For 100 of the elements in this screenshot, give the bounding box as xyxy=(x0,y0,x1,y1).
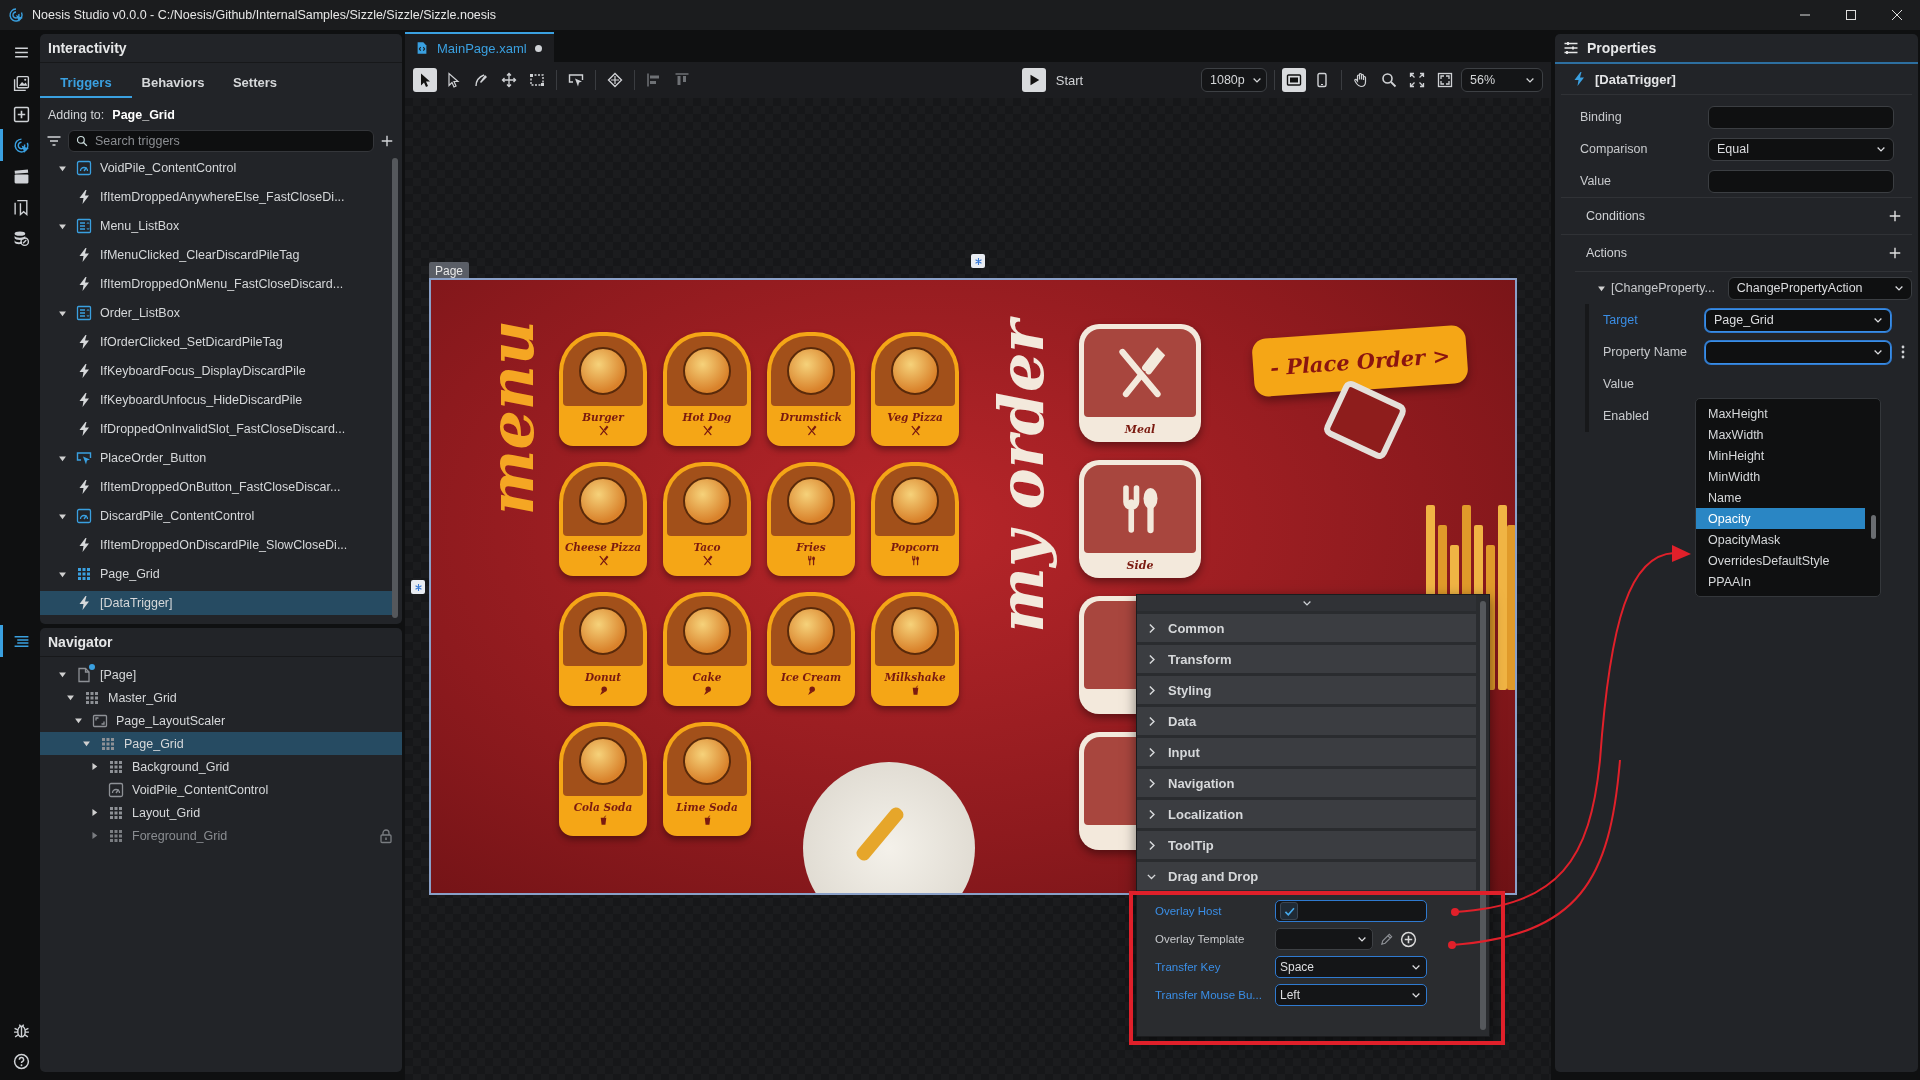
dropdown-option[interactable]: PPAAIn xyxy=(1696,571,1865,592)
tree-item[interactable]: Layout_Grid xyxy=(40,801,402,824)
section-label: Actions xyxy=(1586,246,1627,260)
zoom-dropdown[interactable]: 56% xyxy=(1461,68,1543,92)
category-header[interactable]: Transform xyxy=(1137,645,1476,673)
tree-item[interactable]: IfItemDroppedOnButton_FastCloseDiscar... xyxy=(40,475,392,499)
category-header[interactable]: Localization xyxy=(1137,800,1476,828)
tree-item[interactable]: Order_ListBox xyxy=(40,301,392,325)
scrollbar[interactable] xyxy=(392,158,398,618)
food-icon xyxy=(787,347,835,395)
tree-item[interactable]: Page_Grid xyxy=(40,562,392,586)
tree-item[interactable]: IfKeyboardUnfocus_HideDiscardPile xyxy=(40,388,392,412)
dropdown-option[interactable]: MinWidth xyxy=(1696,466,1865,487)
dropdown-option[interactable]: Opacity xyxy=(1696,508,1865,529)
dropdown-option[interactable]: OverridesDefaultStyle xyxy=(1696,550,1865,571)
content-control-icon xyxy=(108,781,124,798)
tree-item[interactable]: Page_LayoutScaler xyxy=(40,709,402,732)
add-button[interactable] xyxy=(1888,246,1902,260)
category-header[interactable]: Navigation xyxy=(1137,769,1476,797)
category-header[interactable]: Styling xyxy=(1137,676,1476,704)
tool-button[interactable] xyxy=(413,68,437,92)
dropdown[interactable] xyxy=(1705,340,1891,364)
tree-item[interactable]: Foreground_Grid xyxy=(40,824,402,847)
dropdown[interactable]: Page_Grid xyxy=(1705,308,1891,332)
tree-item[interactable]: IfItemDroppedOnDiscardPile_SlowCloseDi... xyxy=(40,533,392,557)
add-button[interactable] xyxy=(1888,209,1902,223)
align-top-icon xyxy=(674,72,690,88)
tree-item[interactable]: Menu_ListBox xyxy=(40,214,392,238)
add-square-icon xyxy=(13,105,30,123)
tree-item[interactable]: IfDroppedOnInvalidSlot_FastCloseDiscard... xyxy=(40,417,392,441)
field-label: Comparison xyxy=(1580,142,1649,156)
dropdown-option[interactable]: MaxWidth xyxy=(1696,424,1865,445)
tree-item[interactable]: VoidPile_ContentControl xyxy=(40,778,402,801)
anchor-marker[interactable] xyxy=(411,580,425,594)
menu-item-label: Veg Pizza xyxy=(887,411,943,423)
tree-item[interactable]: [DataTrigger] xyxy=(40,591,392,615)
dropdown[interactable]: Space xyxy=(1275,956,1427,978)
pages-icon xyxy=(13,198,30,216)
tree-item[interactable]: Master_Grid xyxy=(40,686,402,709)
food-icon xyxy=(579,347,627,395)
field-label: Value xyxy=(1580,174,1613,188)
fork-knife-icon xyxy=(701,555,713,566)
category-header[interactable]: ToolTip xyxy=(1137,831,1476,859)
tree-item[interactable]: IfItemDroppedOnMenu_FastCloseDiscard... xyxy=(40,272,392,296)
plus-icon xyxy=(380,134,394,148)
editor-tab[interactable]: MainPage.xaml xyxy=(405,32,554,62)
start-button[interactable] xyxy=(1021,68,1046,92)
food-icon xyxy=(683,477,731,525)
dropdown-option[interactable]: MinHeight xyxy=(1696,445,1865,466)
tree-item[interactable]: Page_Grid xyxy=(40,732,402,755)
category-header[interactable]: Data xyxy=(1137,707,1476,735)
pen-curve-icon xyxy=(473,72,489,88)
resolution-dropdown[interactable]: 1080p xyxy=(1201,68,1267,92)
window-title: Noesis Studio v0.0.0 - C:/Noesis/Github/InternalSamples/Sizzle/Sizzle/Sizzle.noesis xyxy=(32,8,497,22)
food-icon xyxy=(683,607,731,655)
field-label: Transfer Key xyxy=(1155,961,1222,973)
settings-sliders-icon xyxy=(1563,40,1579,56)
checkbox-field[interactable] xyxy=(1275,900,1427,922)
screen-icon xyxy=(1286,72,1302,88)
maximize-icon xyxy=(1846,10,1856,20)
tree-item[interactable]: PlaceOrder_Button xyxy=(40,446,392,470)
search-field[interactable]: Search triggers xyxy=(68,130,374,152)
clapperboard-icon xyxy=(13,167,30,185)
scrollbar[interactable] xyxy=(1480,601,1486,1030)
tree-item[interactable]: IfMenuClicked_ClearDiscardPileTag xyxy=(40,243,392,267)
section-label: Conditions xyxy=(1586,209,1646,223)
grid-icon xyxy=(84,689,100,706)
tab[interactable]: Setters xyxy=(214,69,296,98)
help-icon xyxy=(13,1052,30,1070)
menu-item-label: Hot Dog xyxy=(682,411,732,423)
dropdown[interactable]: Left xyxy=(1275,984,1427,1006)
adding-to-label: Adding to: xyxy=(48,108,105,122)
dropdown[interactable]: Equal xyxy=(1708,137,1894,161)
food-icon xyxy=(787,607,835,655)
tree-item[interactable]: DiscardPile_ContentControl xyxy=(40,504,392,528)
tree-item[interactable]: IfItemDroppedAnywhereElse_FastCloseDi... xyxy=(40,185,392,209)
device-toggle[interactable] xyxy=(1282,68,1306,92)
pencil-icon xyxy=(1379,931,1394,947)
fit-corners-icon xyxy=(1409,72,1425,88)
dropdown-option[interactable]: MaxHeight xyxy=(1696,403,1865,424)
tab[interactable]: Triggers xyxy=(40,69,132,98)
tree-item[interactable]: VoidPile_ContentControl xyxy=(40,156,392,180)
tree-item[interactable]: Background_Grid xyxy=(40,755,402,778)
dropdown-option[interactable]: Name xyxy=(1696,487,1865,508)
menu-item-label: Cheese Pizza xyxy=(564,541,642,553)
scrollbar[interactable] xyxy=(1871,515,1876,539)
category-header[interactable]: Input xyxy=(1137,738,1476,766)
dropdown-option[interactable]: OpacityMask xyxy=(1696,529,1865,550)
tree-item[interactable]: IfKeyboardFocus_DisplayDiscardPile xyxy=(40,359,392,383)
tab[interactable]: Behaviors xyxy=(132,69,214,98)
text-field[interactable] xyxy=(1708,169,1894,193)
category-header[interactable]: Common xyxy=(1137,614,1476,642)
tree-item[interactable]: [Page] xyxy=(40,663,402,686)
category-header[interactable]: Drag and Drop xyxy=(1137,862,1476,890)
align-left-icon xyxy=(646,72,662,88)
tree-item[interactable]: IfOrderClicked_SetDicardPileTag xyxy=(40,330,392,354)
dropdown[interactable]: ChangePropertyAction xyxy=(1727,276,1912,300)
plus-icon xyxy=(1888,246,1902,260)
text-field[interactable] xyxy=(1708,105,1894,129)
anchor-marker[interactable] xyxy=(971,254,985,268)
